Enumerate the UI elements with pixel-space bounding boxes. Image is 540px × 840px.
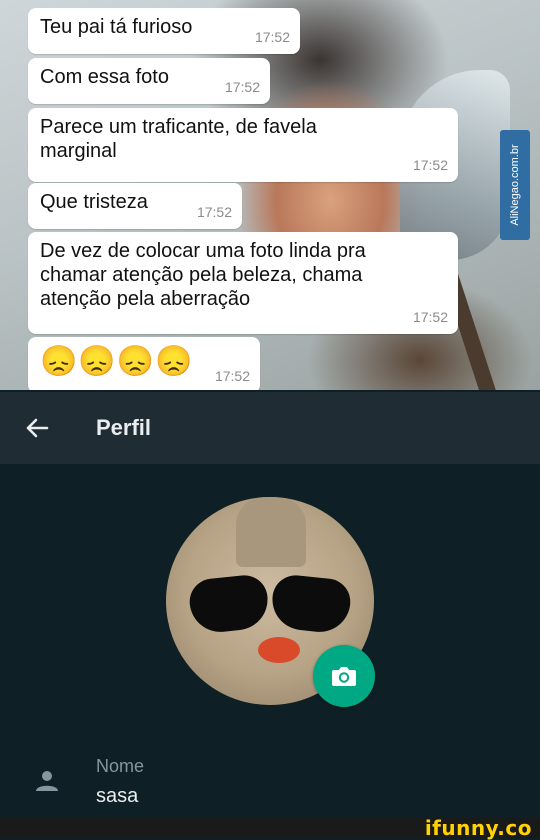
message-bubble[interactable]: De vez de colocar uma foto linda pra cha… [28, 232, 458, 334]
name-value[interactable]: sasa [96, 784, 138, 808]
name-label: Nome [96, 756, 145, 776]
person-icon [36, 771, 58, 791]
message-time: 17:52 [412, 157, 448, 173]
message-bubble[interactable]: Com essa foto 17:52 [28, 58, 270, 104]
message-time: 17:52 [254, 29, 290, 45]
site-watermark: AliNegao.com.br [500, 130, 530, 240]
message-bubble[interactable]: Teu pai tá furioso 17:52 [28, 8, 300, 54]
message-bubble[interactable]: Parece um traficante, de favela marginal… [28, 108, 458, 182]
app-bar: Perfil [0, 392, 540, 464]
lens-right [269, 573, 353, 635]
message-bubble[interactable]: 😞😞😞😞 17:52 [28, 337, 260, 390]
bag-top-shape [236, 497, 306, 567]
message-text: Parece um traficante, de favela marginal [40, 116, 317, 162]
page-title: Perfil [96, 415, 152, 440]
message-time: 17:52 [214, 368, 250, 384]
message-time: 17:52 [412, 309, 448, 325]
message-text: Teu pai tá furioso [40, 16, 193, 38]
arrow-left-icon[interactable] [22, 414, 52, 442]
message-time: 17:52 [224, 79, 260, 95]
message-bubble[interactable]: Que tristeza 17:52 [28, 183, 242, 229]
footer-bar: ifunny.co [0, 818, 540, 838]
lens-left [187, 573, 271, 635]
lips-shape [258, 637, 300, 663]
chat-background: AliNegao.com.br Teu pai tá furioso 17:52… [0, 0, 540, 390]
message-time: 17:52 [196, 204, 232, 220]
message-text: De vez de colocar uma foto linda pra cha… [40, 240, 366, 310]
ifunny-watermark: ifunny.co [424, 816, 532, 840]
site-watermark-text: AliNegao.com.br [509, 144, 521, 226]
camera-icon [332, 667, 356, 686]
change-photo-button[interactable] [313, 645, 375, 707]
sunglasses-shape [187, 573, 353, 635]
